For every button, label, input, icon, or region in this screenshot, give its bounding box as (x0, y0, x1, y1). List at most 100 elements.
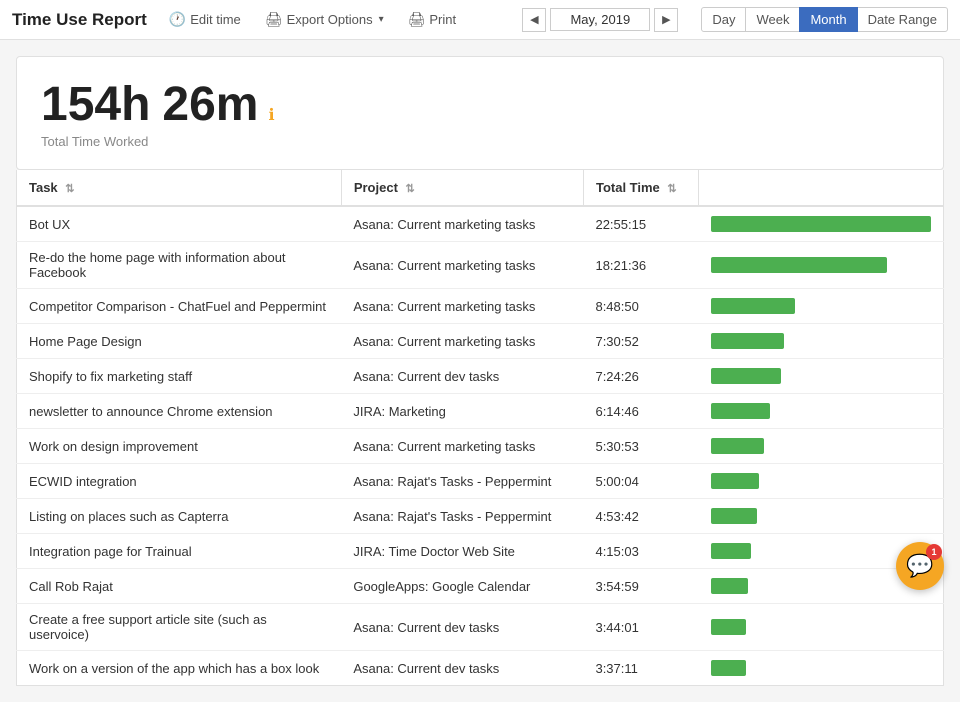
summary-mins: 26m (162, 77, 258, 132)
date-range-view-button[interactable]: Date Range (857, 7, 948, 32)
header-actions: 🕐 Edit time 🖨 Export Options 🖨 Print (163, 7, 507, 32)
time-bar (711, 543, 751, 559)
time-bar (711, 216, 931, 232)
table-header-row: Task ⇅ Project ⇅ Total Time ⇅ (17, 170, 944, 206)
table-row: Work on design improvement Asana: Curren… (17, 429, 944, 464)
summary-card: 154h 26m ℹ Total Time Worked (16, 56, 944, 170)
project-column-header[interactable]: Project ⇅ (341, 170, 583, 206)
time-cell: 7:30:52 (583, 324, 699, 359)
project-cell: JIRA: Marketing (341, 394, 583, 429)
table-row: Integration page for Trainual JIRA: Time… (17, 534, 944, 569)
print-icon: 🖨 (408, 11, 426, 28)
time-cell: 3:37:11 (583, 651, 699, 686)
bar-container (711, 297, 931, 315)
date-navigation: ◀ May, 2019 ▶ (522, 8, 678, 32)
header: Time Use Report 🕐 Edit time 🖨 Export Opt… (0, 0, 960, 40)
time-bar (711, 660, 746, 676)
table-row: Create a free support article site (such… (17, 604, 944, 651)
bar-container (711, 402, 931, 420)
time-bar (711, 403, 770, 419)
table-row: Competitor Comparison - ChatFuel and Pep… (17, 289, 944, 324)
bar-container (711, 332, 931, 350)
total-time-column-header[interactable]: Total Time ⇅ (583, 170, 699, 206)
task-cell: Home Page Design (17, 324, 342, 359)
table-row: Work on a version of the app which has a… (17, 651, 944, 686)
project-sort-icon: ⇅ (406, 183, 415, 195)
info-icon[interactable]: ℹ (268, 105, 274, 125)
bar-container (711, 577, 931, 595)
bar-container (711, 215, 931, 233)
main-content: 154h 26m ℹ Total Time Worked Task ⇅ Proj… (0, 40, 960, 702)
project-cell: Asana: Current dev tasks (341, 359, 583, 394)
table-row: Re-do the home page with information abo… (17, 242, 944, 289)
table-row: Bot UX Asana: Current marketing tasks 22… (17, 206, 944, 242)
table-row: Call Rob Rajat GoogleApps: Google Calend… (17, 569, 944, 604)
project-cell: Asana: Current marketing tasks (341, 289, 583, 324)
time-cell: 22:55:15 (583, 206, 699, 242)
bar-container (711, 367, 931, 385)
table-row: newsletter to announce Chrome extension … (17, 394, 944, 429)
prev-date-button[interactable]: ◀ (522, 8, 546, 32)
task-cell: ECWID integration (17, 464, 342, 499)
next-date-button[interactable]: ▶ (654, 8, 678, 32)
time-bar (711, 619, 746, 635)
time-table: Task ⇅ Project ⇅ Total Time ⇅ Bot UX Asa… (16, 170, 944, 686)
bar-cell (699, 429, 944, 464)
project-cell: Asana: Current marketing tasks (341, 242, 583, 289)
bar-cell (699, 206, 944, 242)
task-cell: Call Rob Rajat (17, 569, 342, 604)
bar-container (711, 256, 931, 274)
bar-cell (699, 499, 944, 534)
chat-button[interactable]: 💬 1 (896, 542, 944, 590)
project-cell: Asana: Current dev tasks (341, 604, 583, 651)
time-bar (711, 257, 887, 273)
task-cell: Re-do the home page with information abo… (17, 242, 342, 289)
time-bar (711, 438, 764, 454)
time-cell: 3:44:01 (583, 604, 699, 651)
table-row: Home Page Design Asana: Current marketin… (17, 324, 944, 359)
task-cell: Work on a version of the app which has a… (17, 651, 342, 686)
task-cell: Work on design improvement (17, 429, 342, 464)
table-body: Bot UX Asana: Current marketing tasks 22… (17, 206, 944, 686)
summary-label: Total Time Worked (41, 134, 919, 149)
clock-icon: 🕐 (169, 11, 186, 28)
export-options-button[interactable]: 🖨 Export Options (259, 7, 390, 32)
project-cell: Asana: Current dev tasks (341, 651, 583, 686)
project-cell: JIRA: Time Doctor Web Site (341, 534, 583, 569)
time-cell: 5:00:04 (583, 464, 699, 499)
summary-hours: 154h (41, 77, 150, 132)
time-cell: 5:30:53 (583, 429, 699, 464)
time-cell: 4:15:03 (583, 534, 699, 569)
project-cell: GoogleApps: Google Calendar (341, 569, 583, 604)
time-bar (711, 578, 748, 594)
day-view-button[interactable]: Day (701, 7, 746, 32)
bar-column-header (699, 170, 944, 206)
task-cell: Bot UX (17, 206, 342, 242)
time-sort-icon: ⇅ (667, 183, 676, 195)
date-display: May, 2019 (550, 8, 650, 31)
edit-time-button[interactable]: 🕐 Edit time (163, 7, 247, 32)
time-bar (711, 333, 784, 349)
week-view-button[interactable]: Week (745, 7, 800, 32)
task-cell: Listing on places such as Capterra (17, 499, 342, 534)
bar-container (711, 472, 931, 490)
project-cell: Asana: Current marketing tasks (341, 429, 583, 464)
task-column-header[interactable]: Task ⇅ (17, 170, 342, 206)
task-cell: Shopify to fix marketing staff (17, 359, 342, 394)
task-cell: Competitor Comparison - ChatFuel and Pep… (17, 289, 342, 324)
bar-cell (699, 394, 944, 429)
bar-cell (699, 359, 944, 394)
print-button[interactable]: 🖨 Print (402, 7, 463, 32)
task-cell: Integration page for Trainual (17, 534, 342, 569)
month-view-button[interactable]: Month (799, 7, 857, 32)
time-cell: 6:14:46 (583, 394, 699, 429)
table-row: ECWID integration Asana: Rajat's Tasks -… (17, 464, 944, 499)
project-cell: Asana: Rajat's Tasks - Peppermint (341, 464, 583, 499)
table-row: Shopify to fix marketing staff Asana: Cu… (17, 359, 944, 394)
table-row: Listing on places such as Capterra Asana… (17, 499, 944, 534)
bar-cell (699, 604, 944, 651)
page-title: Time Use Report (12, 10, 147, 30)
time-cell: 18:21:36 (583, 242, 699, 289)
project-cell: Asana: Rajat's Tasks - Peppermint (341, 499, 583, 534)
project-cell: Asana: Current marketing tasks (341, 206, 583, 242)
